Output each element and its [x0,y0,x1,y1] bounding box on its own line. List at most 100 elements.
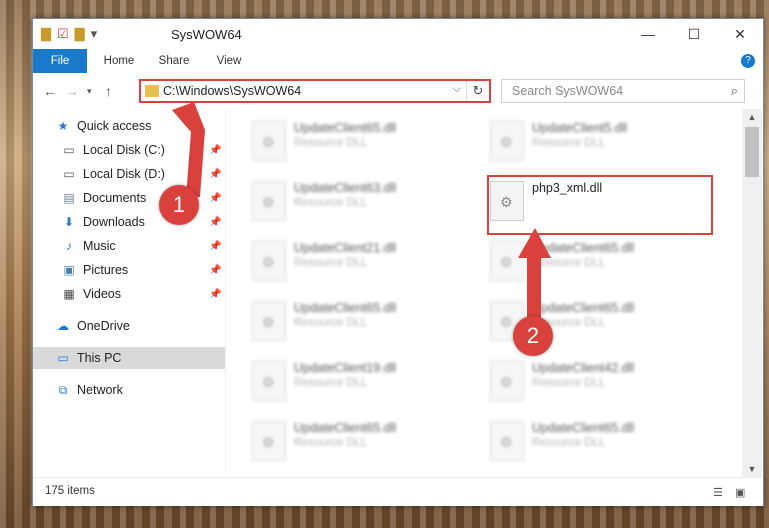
pin-icon[interactable]: 📌 [209,193,221,204]
file-name: UpdateClient65.dll [294,301,397,315]
dll-file-icon [490,241,524,281]
help-icon[interactable]: ? [741,54,755,68]
sidebar-item-quick-access[interactable]: ★ Quick access [55,115,152,137]
sidebar-item-label: Videos [83,287,121,301]
new-folder-icon[interactable]: ▇ [75,26,85,42]
pin-icon[interactable]: 📌 [209,289,221,300]
minimize-button[interactable]: — [625,19,671,49]
file-item[interactable]: UpdateClient65.dll Resource DLL [484,415,704,465]
music-icon: ♪ [66,239,72,253]
file-item[interactable]: UpdateClient63.dll Resource DLL [246,175,466,225]
pin-icon[interactable]: 📌 [209,145,221,156]
address-bar[interactable]: C:\Windows\SysWOW64 ⌵ ↻ [139,79,491,103]
dll-file-icon [252,361,286,401]
network-icon: ⧉ [58,383,68,397]
file-type: Resource DLL [294,377,368,389]
star-icon: ★ [57,119,69,133]
maximize-button[interactable]: ☐ [671,19,717,49]
file-type: Resource DLL [532,437,606,449]
sidebar-item-pictures[interactable]: ▣ Pictures [61,259,128,281]
sidebar-item-music[interactable]: ♪ Music [61,235,116,257]
title-bar: ▇ ☑ ▇ ▾ SysWOW64 — ☐ ✕ [33,19,763,49]
tab-file[interactable]: File [33,49,87,73]
forward-arrow-icon[interactable]: → [65,83,79,99]
window-title: SysWOW64 [171,27,242,42]
computer-icon: ▭ [57,351,69,365]
address-path: C:\Windows\SysWOW64 [163,84,302,98]
file-list: UpdateClient65.dll Resource DLL UpdateCl… [226,109,742,477]
sidebar-item-label: This PC [77,351,122,365]
file-type: Resource DLL [294,197,368,209]
file-highlight-box [487,175,713,235]
sidebar-item-videos[interactable]: ▦ Videos [61,283,121,305]
scroll-thumb[interactable] [745,127,759,177]
file-item[interactable]: UpdateClient5.dll Resource DLL [484,115,704,165]
close-button[interactable]: ✕ [717,19,763,49]
file-type: Resource DLL [532,377,606,389]
file-item[interactable]: UpdateClient65.dll Resource DLL [246,415,466,465]
sidebar-item-local-disk-d[interactable]: ▭ Local Disk (D:) [61,163,165,185]
properties-icon[interactable]: ☑ [57,26,69,42]
tab-share[interactable]: Share [151,49,197,73]
folder-icon [145,85,159,97]
pin-icon[interactable]: 📌 [209,265,221,276]
sidebar-item-network[interactable]: ⧉ Network [55,379,123,401]
sidebar-item-this-pc[interactable]: ▭ This PC [33,347,225,369]
file-name: UpdateClient65.dll [532,301,635,315]
file-item[interactable]: UpdateClient65.dll Resource DLL [246,295,466,345]
vertical-scrollbar[interactable]: ▲ ▼ [742,109,762,477]
documents-icon: ▤ [63,191,75,205]
up-arrow-icon[interactable]: ↑ [105,83,112,99]
dll-file-icon [490,421,524,461]
details-view-icon[interactable]: ☰ [713,486,723,499]
item-count: 175 items [45,485,95,497]
pin-icon[interactable]: 📌 [209,169,221,180]
search-box[interactable]: Search SysWOW64 ⌕ [501,79,745,103]
file-type: Resource DLL [294,317,368,329]
sidebar-item-downloads[interactable]: ⬇ Downloads [61,211,145,233]
sidebar-item-label: Pictures [83,263,129,277]
sidebar-item-onedrive[interactable]: ☁ OneDrive [55,315,130,337]
file-name: UpdateClient42.dll [532,361,635,375]
dll-file-icon [252,121,286,161]
pin-icon[interactable]: 📌 [209,241,221,252]
pictures-icon: ▣ [63,263,75,277]
file-item[interactable]: UpdateClient42.dll Resource DLL [484,355,704,405]
refresh-icon[interactable]: ↻ [466,81,489,101]
tab-view[interactable]: View [207,49,251,73]
large-icons-view-icon[interactable]: ▣ [735,486,745,499]
pin-icon[interactable]: 📌 [209,217,221,228]
sidebar-item-label: Local Disk (C:) [83,143,165,157]
cloud-icon: ☁ [57,319,69,333]
file-name: UpdateClient65.dll [294,421,397,435]
file-type: Resource DLL [532,257,606,269]
file-type: Resource DLL [294,437,368,449]
file-item[interactable]: UpdateClient21.dll Resource DLL [246,235,466,285]
file-item[interactable]: UpdateClient19.dll Resource DLL [246,355,466,405]
scroll-up-icon[interactable]: ▲ [742,109,762,125]
search-icon[interactable]: ⌕ [731,83,738,99]
sidebar-item-local-disk-c[interactable]: ▭ Local Disk (C:) [61,139,165,161]
download-icon: ⬇ [63,215,75,229]
step-badge-2: 2 [513,316,553,356]
search-placeholder: Search SysWOW64 [512,84,624,98]
sidebar-item-label: Network [77,383,123,397]
ribbon-tabs: File Home Share View ? [33,49,763,74]
customize-toolbar-icon[interactable]: ▾ [91,26,98,42]
drive-icon: ▭ [63,167,75,181]
file-item[interactable]: UpdateClient65.dll Resource DLL [246,115,466,165]
file-explorer-window: ▇ ☑ ▇ ▾ SysWOW64 — ☐ ✕ File Home Share V… [32,18,764,506]
file-name: UpdateClient5.dll [532,121,628,135]
sidebar-item-documents[interactable]: ▤ Documents [61,187,146,209]
sidebar-item-label: Downloads [83,215,145,229]
file-name: UpdateClient65.dll [532,241,635,255]
sidebar-item-label: OneDrive [77,319,130,333]
recent-locations-icon[interactable]: ▾ [87,86,92,97]
address-dropdown-icon[interactable]: ⌵ [453,83,461,96]
tab-home[interactable]: Home [97,49,141,73]
back-arrow-icon[interactable]: ← [43,83,57,99]
file-item[interactable]: UpdateClient65.dll Resource DLL [484,235,704,285]
scroll-down-icon[interactable]: ▼ [742,461,762,477]
sidebar-item-label: Quick access [77,119,152,133]
dll-file-icon [252,181,286,221]
